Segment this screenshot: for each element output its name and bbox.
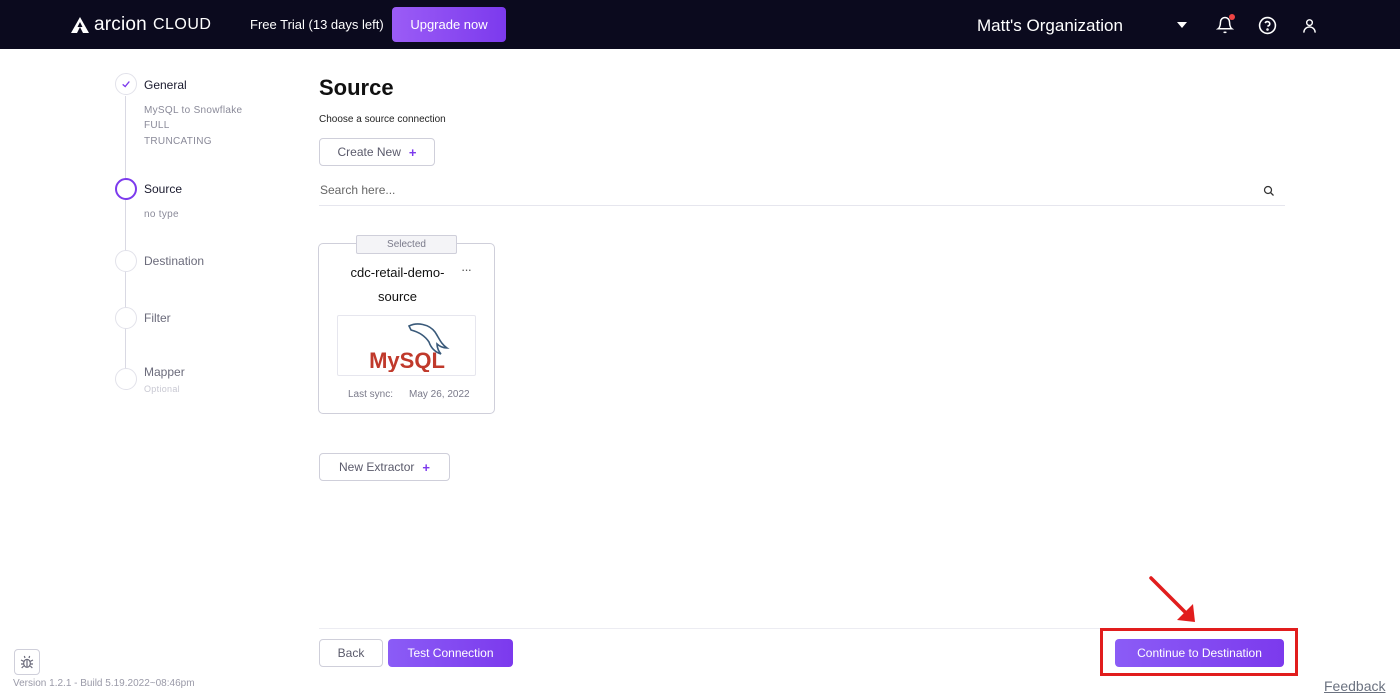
last-sync-date: May 26, 2022 (409, 389, 470, 400)
plus-icon: + (408, 144, 417, 160)
back-button[interactable]: Back (319, 639, 383, 667)
chevron-down-icon[interactable] (1177, 22, 1187, 28)
upgrade-button[interactable]: Upgrade now (392, 7, 506, 42)
annotation-arrow-icon (1149, 576, 1195, 622)
brand-name: arcion (94, 14, 147, 35)
search-input[interactable] (319, 176, 1239, 204)
create-new-button[interactable]: Create New + (319, 138, 435, 166)
step-source-detail: no type (144, 209, 179, 220)
top-nav-bar: arcion CLOUD Free Trial (13 days left) U… (0, 0, 1400, 49)
step-mapper-indicator[interactable] (115, 368, 137, 390)
mysql-dolphin-icon: MySQL (369, 322, 450, 372)
organization-name[interactable]: Matt's Organization (977, 16, 1123, 36)
step-source-label[interactable]: Source (144, 182, 182, 196)
user-icon[interactable] (1298, 14, 1320, 36)
connection-name: cdc-retail-demo-source (350, 265, 445, 304)
mysql-logo: MySQL (337, 315, 476, 376)
feedback-link[interactable]: Feedback (1324, 678, 1385, 694)
page-title: Source (319, 75, 394, 100)
test-connection-button[interactable]: Test Connection (388, 639, 513, 667)
step-source-indicator[interactable] (115, 178, 137, 200)
arcion-logo[interactable]: arcion CLOUD (70, 14, 211, 36)
selected-badge: Selected (356, 235, 457, 254)
step-general-label[interactable]: General (144, 78, 187, 92)
version-info: Version 1.2.1 - Build 5.19.2022~08:46pm (13, 678, 195, 689)
step-general-detail: FULL (144, 120, 170, 131)
new-extractor-label: New Extractor (339, 460, 415, 474)
step-filter-label[interactable]: Filter (144, 311, 171, 325)
notification-dot (1229, 14, 1235, 20)
bug-report-icon[interactable] (14, 649, 40, 675)
search-icon[interactable] (1263, 184, 1275, 202)
bell-icon[interactable] (1214, 14, 1236, 36)
create-new-label: Create New (337, 145, 401, 159)
step-mapper-label[interactable]: Mapper (144, 365, 185, 379)
continue-to-destination-button[interactable]: Continue to Destination (1115, 639, 1284, 667)
arcion-logo-icon (71, 17, 89, 33)
page-subtitle: Choose a source connection (319, 114, 446, 125)
step-mapper-detail: Optional (144, 384, 180, 394)
stepper-track (125, 96, 126, 386)
step-filter-indicator[interactable] (115, 307, 137, 329)
step-general-check-icon[interactable] (115, 73, 137, 95)
last-sync-label: Last sync: (348, 389, 394, 400)
help-icon[interactable] (1256, 14, 1278, 36)
more-options-icon[interactable]: ··· (461, 262, 472, 277)
brand-suffix: CLOUD (152, 16, 212, 33)
step-general-detail: TRUNCATING (144, 136, 212, 147)
new-extractor-button[interactable]: New Extractor + (319, 453, 450, 481)
step-general-detail: MySQL to Snowflake (144, 105, 243, 116)
plus-icon: + (422, 459, 430, 475)
step-destination-label[interactable]: Destination (144, 254, 204, 268)
search-bar (319, 176, 1285, 206)
step-destination-indicator[interactable] (115, 250, 137, 272)
mysql-logo-text: MySQL (369, 348, 445, 372)
trial-status: Free Trial (13 days left) (250, 17, 384, 32)
